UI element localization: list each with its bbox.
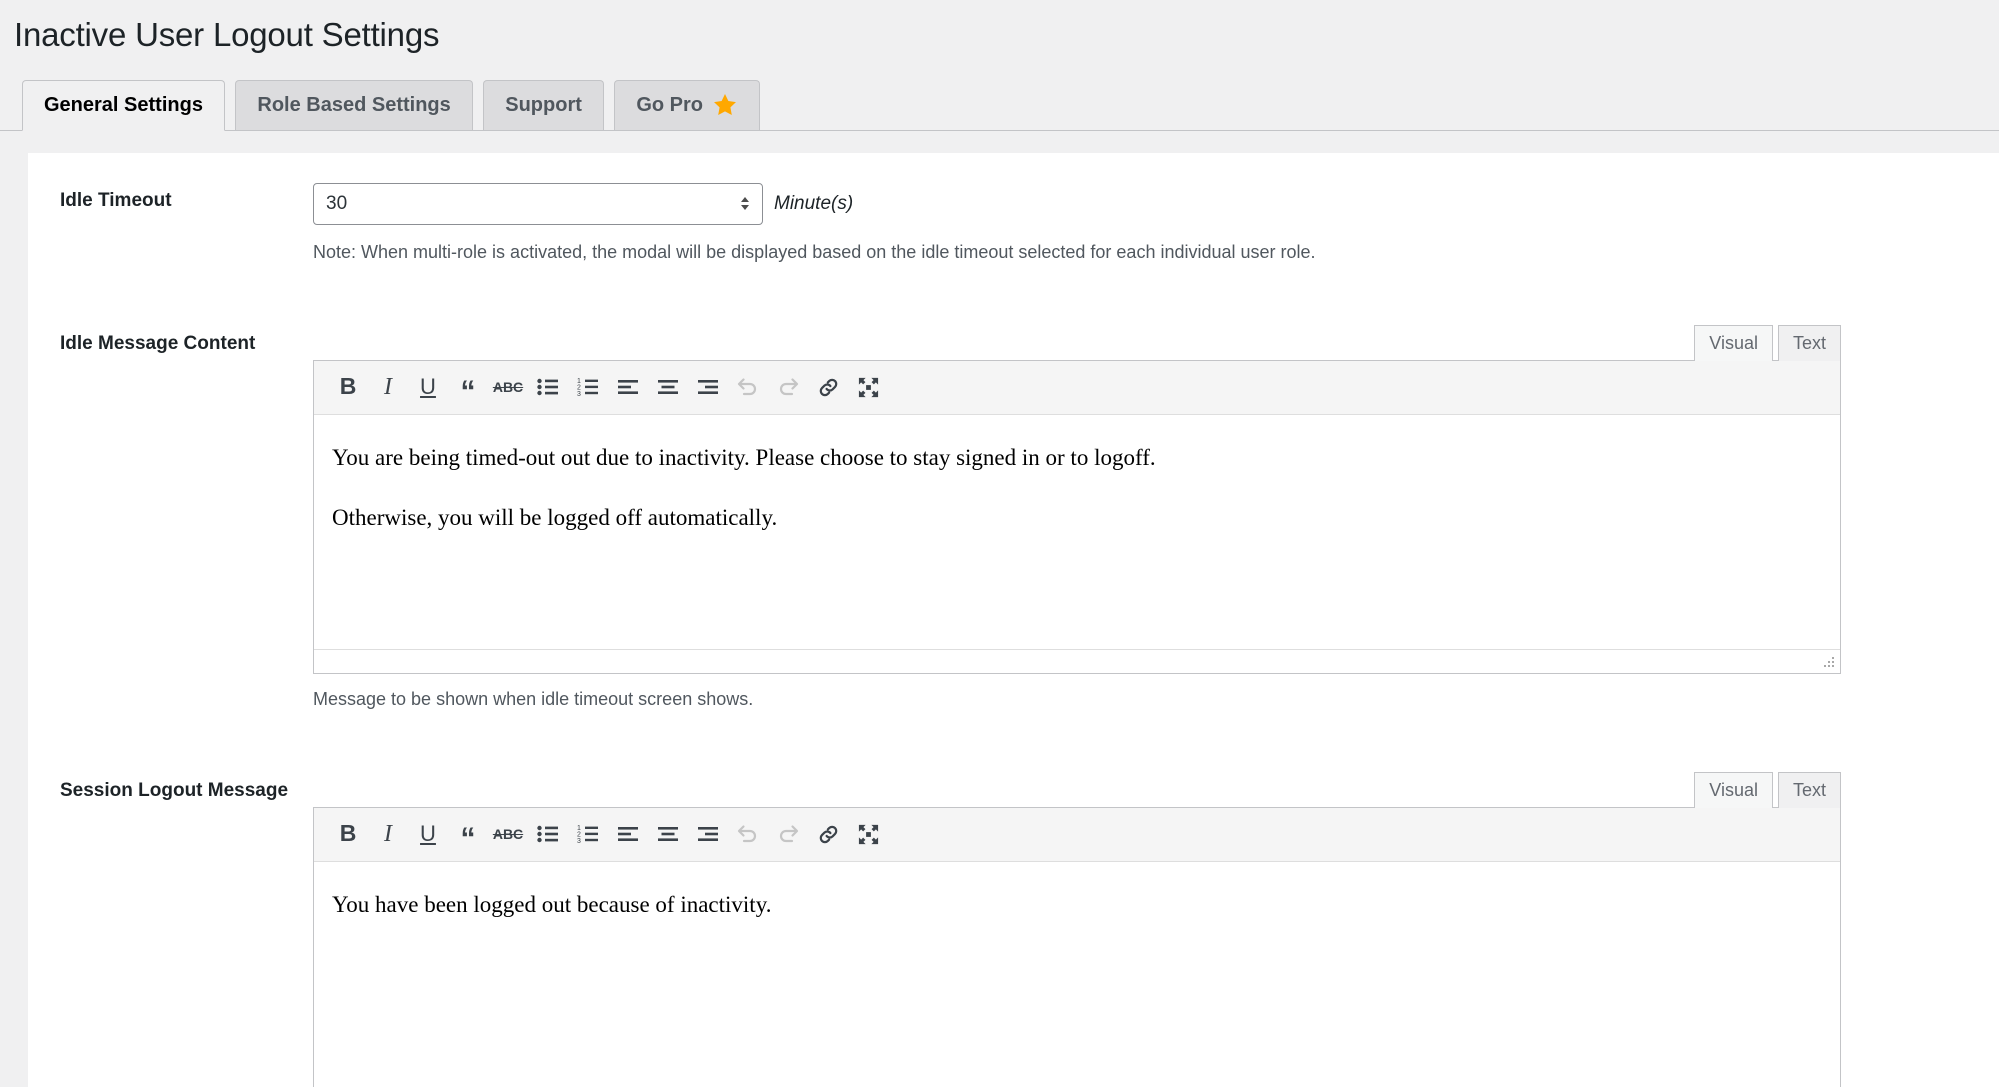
idle-message-editor: Visual Text B I U “ ABC — [313, 326, 1841, 713]
redo-icon[interactable] — [768, 367, 808, 407]
chevron-up-icon[interactable] — [741, 197, 749, 202]
fullscreen-icon[interactable] — [848, 367, 888, 407]
svg-text:3: 3 — [577, 838, 581, 844]
bold-icon[interactable]: B — [328, 367, 368, 407]
session-logout-message-label: Session Logout Message — [28, 743, 313, 1087]
fullscreen-icon[interactable] — [848, 814, 888, 854]
tab-label: General Settings — [44, 92, 203, 119]
tab-support[interactable]: Support — [483, 80, 604, 131]
strikethrough-icon[interactable]: ABC — [488, 814, 528, 854]
settings-panel: Idle Timeout 30 Minute(s) Note: When mul… — [28, 153, 1999, 1087]
tab-role-based-settings[interactable]: Role Based Settings — [235, 80, 472, 131]
bullet-list-icon[interactable] — [528, 814, 568, 854]
link-icon[interactable] — [808, 814, 848, 854]
underline-icon[interactable]: U — [408, 367, 448, 407]
idle-timeout-note: Note: When multi-role is activated, the … — [313, 239, 1959, 266]
undo-icon[interactable] — [728, 814, 768, 854]
settings-tab-bar: General Settings Role Based Settings Sup… — [0, 79, 1999, 131]
numbered-list-icon[interactable]: 123 — [568, 814, 608, 854]
italic-icon[interactable]: I — [368, 367, 408, 407]
bullet-list-icon[interactable] — [528, 367, 568, 407]
link-icon[interactable] — [808, 367, 848, 407]
tab-general-settings[interactable]: General Settings — [22, 80, 225, 132]
row-session-logout-message: Session Logout Message Visual Text B I U — [28, 743, 1999, 1087]
session-logout-editor-toolbar: B I U “ ABC 123 — [314, 808, 1840, 862]
idle-message-help-text: Message to be shown when idle timeout sc… — [313, 686, 1841, 713]
idle-message-editor-content[interactable]: You are being timed-out out due to inact… — [314, 415, 1840, 649]
numbered-list-icon[interactable]: 123 — [568, 367, 608, 407]
editor-paragraph: You are being timed-out out due to inact… — [332, 441, 1822, 476]
idle-timeout-stepper[interactable] — [734, 197, 756, 210]
resize-grip-icon[interactable] — [1822, 656, 1836, 670]
idle-message-editor-box: B I U “ ABC 123 — [313, 360, 1841, 674]
editor-tab-text[interactable]: Text — [1778, 325, 1841, 361]
editor-tab-visual[interactable]: Visual — [1694, 325, 1773, 361]
italic-icon[interactable]: I — [368, 814, 408, 854]
session-logout-editor-mode-tabs: Visual Text — [313, 773, 1841, 807]
editor-paragraph: You have been logged out because of inac… — [332, 888, 1822, 923]
idle-timeout-control: 30 Minute(s) — [313, 183, 1959, 225]
blockquote-icon[interactable]: “ — [448, 814, 488, 854]
idle-message-editor-mode-tabs: Visual Text — [313, 326, 1841, 360]
idle-message-content-label: Idle Message Content — [28, 296, 313, 743]
blockquote-icon[interactable]: “ — [448, 367, 488, 407]
idle-message-editor-toolbar: B I U “ ABC 123 — [314, 361, 1840, 415]
tab-label: Support — [505, 92, 582, 119]
editor-tab-visual[interactable]: Visual — [1694, 772, 1773, 808]
idle-message-editor-statusbar — [314, 649, 1840, 673]
bold-icon[interactable]: B — [328, 814, 368, 854]
tab-label: Go Pro — [636, 92, 703, 119]
idle-timeout-input[interactable]: 30 — [313, 183, 763, 225]
session-logout-editor: Visual Text B I U “ ABC — [313, 773, 1841, 1087]
chevron-down-icon[interactable] — [741, 205, 749, 210]
redo-icon[interactable] — [768, 814, 808, 854]
star-icon — [712, 92, 738, 118]
undo-icon[interactable] — [728, 367, 768, 407]
session-logout-editor-content[interactable]: You have been logged out because of inac… — [314, 862, 1840, 1087]
row-idle-timeout: Idle Timeout 30 Minute(s) Note: When mul… — [28, 153, 1999, 296]
idle-timeout-unit: Minute(s) — [774, 192, 853, 217]
editor-tab-text[interactable]: Text — [1778, 772, 1841, 808]
page-title: Inactive User Logout Settings — [0, 0, 1999, 57]
align-right-icon[interactable] — [688, 814, 728, 854]
settings-form-table: Idle Timeout 30 Minute(s) Note: When mul… — [28, 153, 1999, 1087]
session-logout-editor-box: B I U “ ABC 123 — [313, 807, 1841, 1087]
idle-timeout-label: Idle Timeout — [28, 153, 313, 296]
align-right-icon[interactable] — [688, 367, 728, 407]
align-center-icon[interactable] — [648, 814, 688, 854]
svg-text:3: 3 — [577, 391, 581, 397]
tab-label: Role Based Settings — [257, 92, 450, 119]
tab-go-pro[interactable]: Go Pro — [614, 80, 760, 131]
row-idle-message-content: Idle Message Content Visual Text B I U — [28, 296, 1999, 743]
align-left-icon[interactable] — [608, 367, 648, 407]
idle-timeout-value: 30 — [314, 192, 734, 217]
underline-icon[interactable]: U — [408, 814, 448, 854]
align-center-icon[interactable] — [648, 367, 688, 407]
editor-paragraph: Otherwise, you will be logged off automa… — [332, 501, 1822, 536]
strikethrough-icon[interactable]: ABC — [488, 367, 528, 407]
align-left-icon[interactable] — [608, 814, 648, 854]
